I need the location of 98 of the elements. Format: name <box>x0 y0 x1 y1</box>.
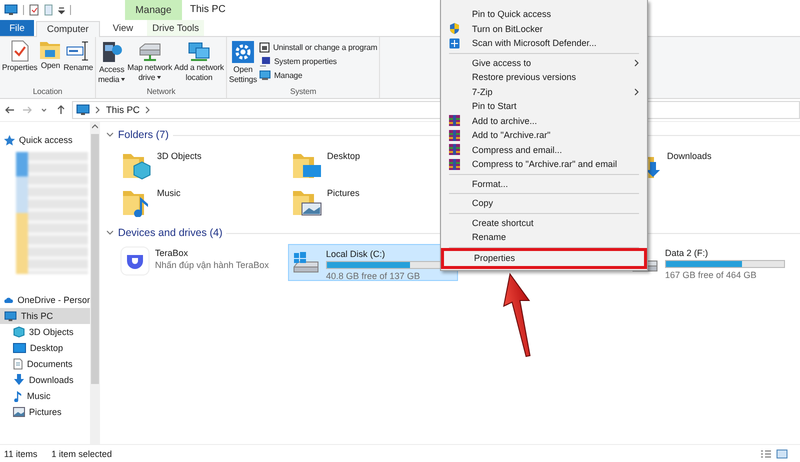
menu-item[interactable]: Rename <box>441 230 647 244</box>
menu-item[interactable]: 7-Zip <box>441 84 647 99</box>
large-icons-view-icon[interactable] <box>776 448 788 458</box>
network-location-icon <box>187 40 212 62</box>
menu-item[interactable]: Format... <box>441 176 647 191</box>
computer-icon <box>4 4 18 16</box>
chevron-icon[interactable] <box>106 229 114 237</box>
section-header[interactable]: Folders (7) <box>118 129 169 141</box>
folder-tile[interactable]: Pictures <box>288 183 366 220</box>
folder-tile[interactable]: 3D Objects <box>118 146 208 183</box>
folder-tile[interactable]: Desktop <box>288 146 366 183</box>
desktop-icon <box>13 343 26 353</box>
menu-item[interactable]: Copy <box>441 196 647 210</box>
cloud-icon <box>4 296 14 304</box>
program-window-icon <box>259 42 270 52</box>
ribbon-tab[interactable]: File <box>0 20 34 36</box>
system-monitor-icon <box>259 56 272 66</box>
archive-books-icon <box>449 158 460 170</box>
menu-item[interactable]: Give access to <box>441 56 647 70</box>
drive-tile[interactable]: Local Disk (C:) 40.8 GB free of 137 GB <box>288 244 458 281</box>
rename-icon <box>66 40 90 62</box>
section-header[interactable]: Devices and drives (4) <box>118 227 222 239</box>
ribbon-group-label: Network <box>146 86 176 98</box>
back-arrow-icon[interactable] <box>4 104 16 116</box>
item-detail: 167 GB free of 464 GB <box>665 270 758 280</box>
settings-icon <box>231 40 255 64</box>
document-icon <box>13 358 23 370</box>
scrollbar[interactable] <box>90 122 100 444</box>
star-icon <box>4 134 15 146</box>
sidebar-item[interactable]: Music <box>0 388 90 404</box>
sidebar-item[interactable]: Quick access <box>0 132 90 148</box>
sidebar-item[interactable]: OneDrive - Persor <box>0 292 90 308</box>
computer-icon <box>4 310 17 322</box>
menu-item[interactable]: Compress to "Archive.rar" and email <box>441 157 647 172</box>
window-title: This PC <box>189 3 226 17</box>
menu-item[interactable]: Restore previous versions <box>441 70 647 84</box>
music-note-icon <box>13 390 23 402</box>
box-logo-icon <box>120 246 150 276</box>
scroll-up-icon[interactable] <box>92 124 98 129</box>
scrollbar-thumb[interactable] <box>91 134 99 384</box>
download-arrow-icon <box>13 374 25 386</box>
sidebar-item[interactable]: Downloads <box>0 372 90 388</box>
chevron-right-icon <box>144 106 151 114</box>
ribbon-group-label: Location <box>32 86 64 98</box>
picture-icon <box>13 407 25 417</box>
sidebar-item[interactable]: Pictures <box>0 404 90 420</box>
ribbon-button[interactable]: System properties <box>258 54 378 68</box>
menu-item[interactable]: Pin to Start <box>441 99 647 114</box>
computer-icon <box>76 104 90 116</box>
archive-books-icon <box>449 144 460 156</box>
selection-status: 1 item selected <box>51 448 112 458</box>
ribbon-button[interactable]: Map network drive <box>126 39 174 84</box>
chevron-icon[interactable] <box>106 131 114 139</box>
ribbon-button[interactable]: Manage <box>258 68 378 82</box>
details-view-icon[interactable] <box>760 448 772 458</box>
ribbon-button[interactable]: Rename <box>62 39 94 74</box>
item-detail: Nhấn đúp vận hành TeraBox <box>155 260 269 270</box>
up-arrow-icon[interactable] <box>55 104 67 116</box>
shield-icon <box>449 23 460 34</box>
ribbon-tab[interactable]: Drive Tools <box>147 20 204 36</box>
contextual-tab-header[interactable]: Manage <box>125 0 182 20</box>
defender-icon <box>449 38 460 49</box>
ribbon-button[interactable]: Access media <box>97 39 126 86</box>
ribbon-tab[interactable]: Computer <box>36 21 100 37</box>
ribbon-button[interactable]: Open Settings <box>228 39 258 86</box>
item-name: TeraBox <box>155 248 190 258</box>
app-tile[interactable]: TeraBox Nhấn đúp vận hành TeraBox <box>118 244 275 281</box>
item-name: Data 2 (F:) <box>665 248 710 258</box>
menu-item[interactable]: Add to "Archive.rar" <box>441 128 647 142</box>
sidebar-item[interactable]: This PC <box>0 308 90 324</box>
ribbon-button[interactable]: Uninstall or change a program <box>258 40 378 54</box>
properties-icon <box>10 40 30 62</box>
menu-item[interactable]: Create shortcut <box>441 216 647 230</box>
item-count: 11 items <box>4 448 38 458</box>
sidebar-item[interactable]: 3D Objects <box>0 324 90 340</box>
item-detail: 40.8 GB free of 137 GB <box>326 271 422 281</box>
computer-management-icon <box>259 70 272 80</box>
sidebar-item[interactable]: Documents <box>0 356 90 372</box>
ribbon-tab[interactable]: View <box>102 20 144 36</box>
folder-icon <box>39 40 62 60</box>
menu-item[interactable]: Turn on BitLocker <box>441 22 647 36</box>
ribbon-button[interactable]: Add a network location <box>173 39 225 84</box>
blank-document-icon[interactable] <box>44 4 53 16</box>
sidebar-item[interactable]: Desktop <box>0 340 90 356</box>
folder-tile[interactable]: Music <box>118 183 187 220</box>
archive-books-icon <box>449 115 460 126</box>
ribbon-button[interactable]: Open <box>38 39 62 72</box>
menu-item[interactable]: Pin to Quick access <box>441 7 647 22</box>
chevron-right-icon <box>95 106 101 114</box>
breadcrumb-item[interactable]: This PC <box>106 104 140 116</box>
item-name: Local Disk (C:) <box>326 249 386 259</box>
archive-books-icon <box>449 130 460 141</box>
document-check-icon[interactable] <box>29 4 39 16</box>
cube-icon <box>13 326 25 338</box>
ribbon-group-label: System <box>289 86 318 98</box>
ribbon-button[interactable]: Properties <box>1 39 38 74</box>
menu-item[interactable]: Compress and email... <box>441 142 647 157</box>
menu-item[interactable]: Scan with Microsoft Defender... <box>441 36 647 50</box>
